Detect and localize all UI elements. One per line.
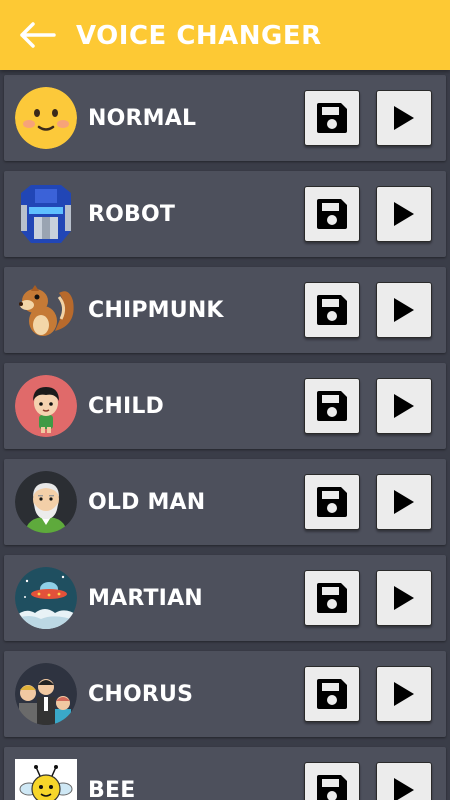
save-icon <box>317 775 347 800</box>
play-icon <box>394 778 414 800</box>
voice-label: OLD MAN <box>88 490 206 515</box>
back-button[interactable] <box>18 20 58 50</box>
old-man-icon <box>15 471 77 533</box>
save-icon <box>317 583 347 613</box>
group-people-icon <box>15 663 77 725</box>
save-icon <box>317 103 347 133</box>
voice-row-old-man: OLD MAN <box>4 459 446 545</box>
voice-list: NORMAL ROBOT CHIPMUNK CHILD OLD MAN MART… <box>0 70 450 800</box>
voice-label: CHILD <box>88 394 165 419</box>
play-icon <box>394 202 414 226</box>
child-icon <box>15 375 77 437</box>
play-button[interactable] <box>376 378 432 434</box>
save-icon <box>317 391 347 421</box>
play-icon <box>394 106 414 130</box>
voice-row-robot: ROBOT <box>4 171 446 257</box>
play-button[interactable] <box>376 186 432 242</box>
save-icon <box>317 199 347 229</box>
play-icon <box>394 394 414 418</box>
bee-icon <box>15 759 77 800</box>
voice-row-normal: NORMAL <box>4 75 446 161</box>
play-button[interactable] <box>376 570 432 626</box>
voice-label: ROBOT <box>88 202 176 227</box>
voice-label: MARTIAN <box>88 586 203 611</box>
voice-row-child: CHILD <box>4 363 446 449</box>
play-icon <box>394 682 414 706</box>
arrow-left-icon <box>20 22 56 48</box>
voice-row-chipmunk: CHIPMUNK <box>4 267 446 353</box>
chipmunk-icon <box>15 279 77 341</box>
voice-label: CHORUS <box>88 682 194 707</box>
play-button[interactable] <box>376 282 432 338</box>
voice-label: CHIPMUNK <box>88 298 224 323</box>
voice-row-bee: BEE <box>4 747 446 800</box>
smiley-face-icon <box>15 87 77 149</box>
play-icon <box>394 490 414 514</box>
ufo-icon <box>15 567 77 629</box>
play-button[interactable] <box>376 474 432 530</box>
play-icon <box>394 298 414 322</box>
save-button[interactable] <box>304 90 360 146</box>
robot-head-icon <box>15 183 77 245</box>
voice-label: BEE <box>88 778 136 800</box>
save-button[interactable] <box>304 378 360 434</box>
save-button[interactable] <box>304 666 360 722</box>
play-button[interactable] <box>376 666 432 722</box>
save-icon <box>317 679 347 709</box>
play-button[interactable] <box>376 762 432 800</box>
save-button[interactable] <box>304 762 360 800</box>
save-button[interactable] <box>304 474 360 530</box>
save-button[interactable] <box>304 186 360 242</box>
app-bar: VOICE CHANGER <box>0 0 450 70</box>
save-button[interactable] <box>304 570 360 626</box>
voice-label: NORMAL <box>88 106 197 131</box>
play-button[interactable] <box>376 90 432 146</box>
save-button[interactable] <box>304 282 360 338</box>
save-icon <box>317 487 347 517</box>
save-icon <box>317 295 347 325</box>
voice-row-martian: MARTIAN <box>4 555 446 641</box>
voice-row-chorus: CHORUS <box>4 651 446 737</box>
play-icon <box>394 586 414 610</box>
page-title: VOICE CHANGER <box>76 21 322 51</box>
